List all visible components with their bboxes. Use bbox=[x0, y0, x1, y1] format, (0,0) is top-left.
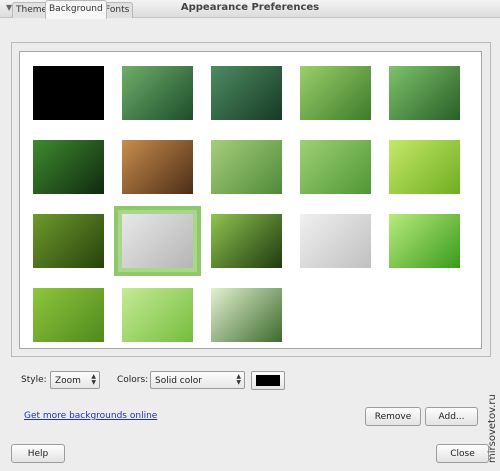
wallpaper-thumbnail-green-curves[interactable] bbox=[211, 140, 282, 194]
wallpaper-thumbnail-dark-green-blur[interactable] bbox=[33, 214, 104, 268]
wallpaper-thumbnail-mint-logo-2[interactable] bbox=[300, 214, 371, 268]
watermark: mirsovetov.ru bbox=[486, 0, 500, 471]
wallpaper-thumbnail-branch-drop[interactable] bbox=[300, 66, 371, 120]
colors-label: Colors: bbox=[117, 375, 149, 385]
wallpaper-gallery[interactable] bbox=[19, 51, 482, 349]
style-combo-value: Zoom bbox=[55, 376, 81, 386]
wallpaper-thumbnail-green-glow[interactable] bbox=[211, 214, 282, 268]
wallpaper-thumbnail-pebbles[interactable] bbox=[122, 140, 193, 194]
wallpaper-thumbnail-black[interactable] bbox=[33, 66, 104, 120]
wallpaper-thumbnail-water-drops-dark-leaf[interactable] bbox=[211, 66, 282, 120]
wallpaper-thumbnail-grass[interactable] bbox=[389, 214, 460, 268]
wallpaper-thumbnail-grass-blades[interactable] bbox=[389, 66, 460, 120]
remove-button[interactable]: Remove bbox=[365, 407, 421, 426]
get-more-backgrounds-link[interactable]: Get more backgrounds online bbox=[24, 411, 157, 421]
style-label: Style: bbox=[21, 375, 47, 385]
wallpaper-thumbnail-green-stripes[interactable] bbox=[211, 288, 282, 342]
help-button[interactable]: Help bbox=[11, 444, 65, 463]
close-button[interactable]: Close bbox=[436, 444, 489, 463]
color-picker-button[interactable] bbox=[251, 371, 285, 390]
style-colors-row: Style: Zoom ▲ ▼ Colors: Solid color ▲ ▼ bbox=[0, 371, 500, 391]
wallpaper-thumbnail-bokeh[interactable] bbox=[122, 288, 193, 342]
spin-arrows-icon: ▲ ▼ bbox=[91, 373, 96, 386]
style-combo[interactable]: Zoom ▲ ▼ bbox=[50, 371, 100, 389]
wallpaper-thumbnail-mint-logo-1[interactable] bbox=[114, 206, 201, 276]
wallpaper-thumbnail-green-bubbles[interactable] bbox=[300, 140, 371, 194]
watermark-text: mirsovetov.ru bbox=[487, 394, 498, 463]
colors-combo-value: Solid color bbox=[155, 376, 202, 386]
colors-combo[interactable]: Solid color ▲ ▼ bbox=[150, 371, 245, 389]
tab-background[interactable]: Background bbox=[45, 0, 107, 19]
wallpaper-thumbnail-leaf-water-drops[interactable] bbox=[122, 66, 193, 120]
wallpaper-thumbnail-fern[interactable] bbox=[33, 140, 104, 194]
spin-arrows-icon: ▲ ▼ bbox=[236, 373, 241, 386]
color-swatch bbox=[256, 375, 280, 386]
wallpaper-thumbnail-lime-gradient[interactable] bbox=[389, 140, 460, 194]
add-button[interactable]: Add... bbox=[425, 407, 478, 426]
wallpaper-thumbnail-green-mosaic[interactable] bbox=[33, 288, 104, 342]
